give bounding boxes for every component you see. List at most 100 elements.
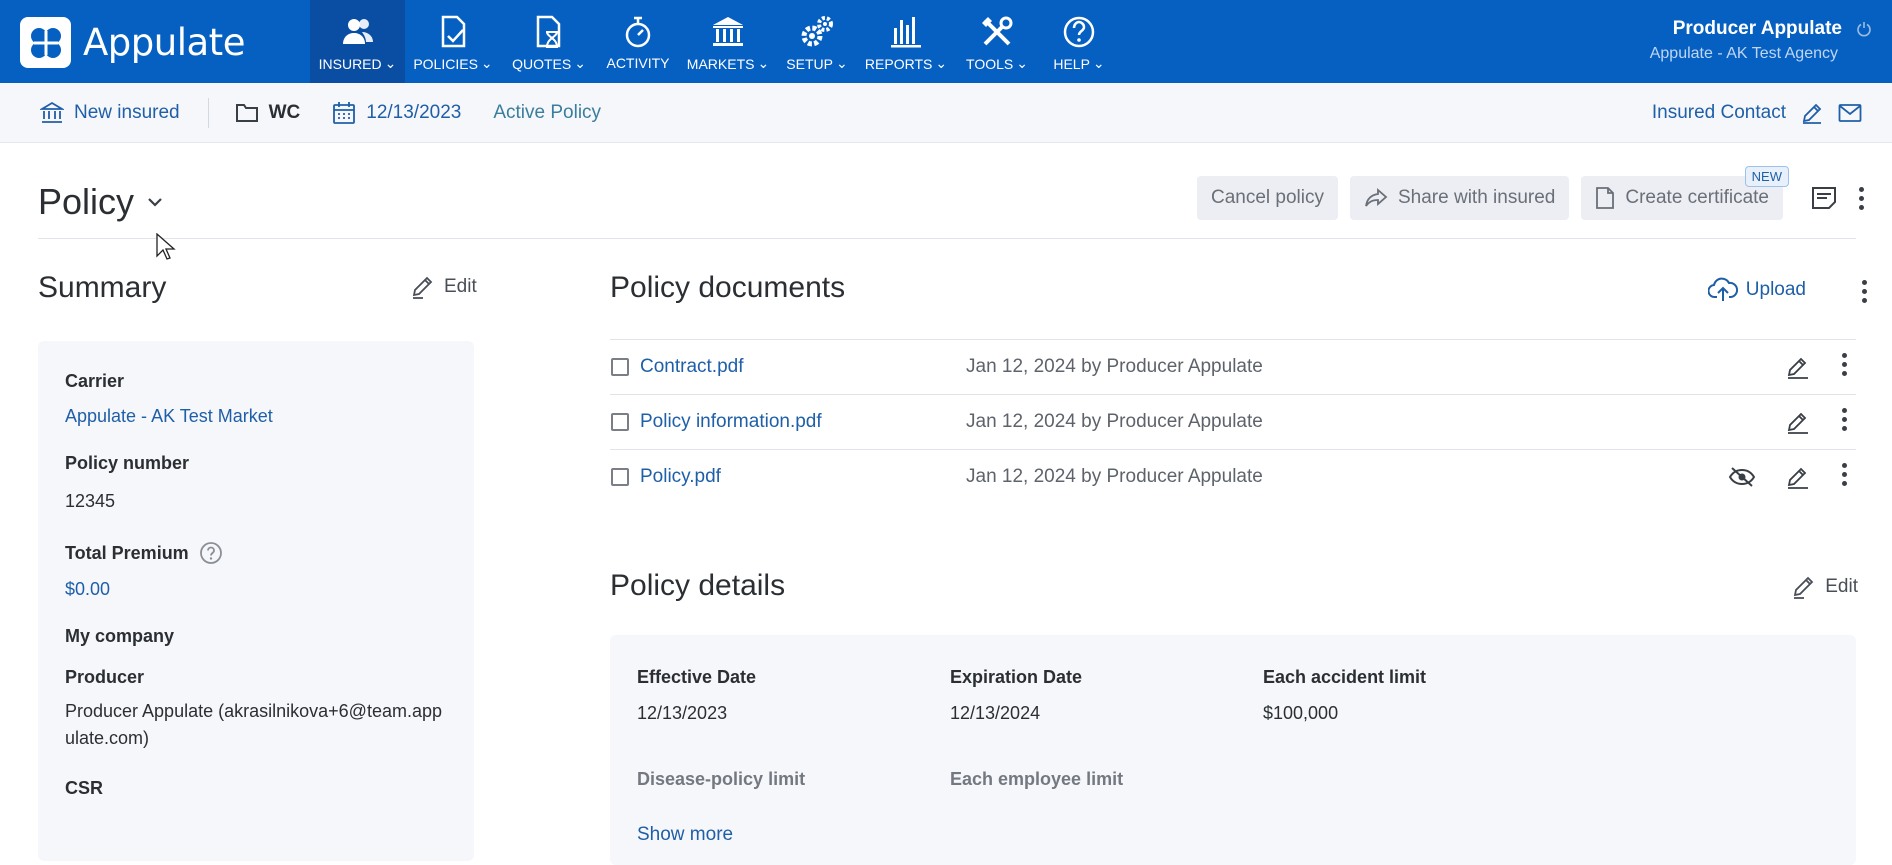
pencil-icon[interactable] [1784, 465, 1812, 491]
mail-icon[interactable] [1838, 103, 1862, 123]
pencil-icon[interactable] [1784, 410, 1812, 436]
nav-quotes[interactable]: QUOTES ⌄ [501, 0, 597, 83]
document-checkbox[interactable] [611, 413, 629, 431]
nav-reports[interactable]: REPORTS ⌄ [857, 0, 955, 83]
gears-icon [801, 16, 833, 47]
status-label: Active Policy [493, 101, 602, 123]
pencil-icon[interactable] [1800, 101, 1824, 125]
policy-check-icon [441, 15, 466, 48]
insured-contact-link[interactable]: Insured Contact [1652, 102, 1786, 124]
nav-label: ACTIVITY [606, 55, 670, 71]
employee-limit-label: Each employee limit [950, 769, 1124, 789]
top-navigation-bar: Appulate INSURED ⌄ POLICIES ⌄ QUOTES ⌄ ACTI… [0, 0, 1892, 83]
effective-date-value: 12/13/2023 [637, 703, 728, 723]
policy-date[interactable]: 12/13/2023 [332, 101, 461, 125]
document-checkbox[interactable] [611, 358, 629, 376]
line-of-business: WC [235, 102, 300, 124]
upload-label: Upload [1745, 279, 1806, 300]
bar-chart-icon [891, 17, 921, 48]
nav-help[interactable]: HELP ⌄ [1039, 0, 1119, 83]
help-icon[interactable] [199, 541, 223, 565]
stopwatch-icon [625, 16, 651, 48]
pencil-icon[interactable] [1784, 355, 1812, 381]
details-heading: Policy details [610, 569, 786, 602]
details-card: Effective Date 12/13/2023 Expiration Dat… [610, 635, 1856, 865]
pencil-icon [1794, 576, 1814, 599]
chevron-down-icon: ⌄ [935, 55, 948, 71]
document-link[interactable]: Policy information.pdf [640, 411, 822, 433]
quote-hourglass-icon [536, 15, 561, 48]
nav-policies[interactable]: POLICIES ⌄ [405, 0, 501, 83]
context-bar: New insured WC 12/13/2023 Active Policy … [0, 83, 1892, 143]
user-name: Producer Appulate [1672, 18, 1842, 39]
policy-status: Active Policy [493, 102, 601, 124]
upload-button[interactable]: Upload [1707, 277, 1806, 303]
nav-label: TOOLS [966, 55, 1014, 72]
bank-icon [713, 17, 743, 46]
list-item: Policy information.pdf Jan 12, 2024 by P… [610, 394, 1856, 449]
nav-setup[interactable]: SETUP ⌄ [777, 0, 857, 83]
tools-icon [982, 16, 1013, 46]
main-nav: INSURED ⌄ POLICIES ⌄ QUOTES ⌄ ACTIVITY MARK… [310, 0, 1119, 83]
document-checkbox[interactable] [611, 468, 629, 486]
document-icon [1596, 187, 1615, 209]
documents-heading: Policy documents [610, 271, 846, 304]
cancel-policy-button[interactable]: Cancel policy [1197, 176, 1338, 220]
document-more-icon[interactable] [1842, 353, 1847, 376]
page-title-dropdown[interactable]: Policy [38, 181, 164, 223]
help-icon [1063, 16, 1095, 48]
cloud-upload-icon [1707, 277, 1738, 301]
page-title: Policy [38, 181, 135, 222]
power-icon[interactable] [1856, 21, 1872, 37]
documents-more-icon[interactable] [1862, 280, 1867, 303]
premium-label: Total Premium [65, 542, 189, 563]
document-meta: Jan 12, 2024 by Producer Appulate [966, 411, 1263, 432]
chevron-down-icon: ⌄ [384, 55, 397, 71]
nav-tools[interactable]: TOOLS ⌄ [955, 0, 1039, 83]
summary-edit-button[interactable]: Edit [410, 274, 477, 300]
divider [38, 238, 1856, 239]
eye-off-icon[interactable] [1728, 465, 1756, 489]
policy-number-label: Policy number [65, 453, 190, 473]
users-icon [342, 19, 373, 44]
summary-heading: Summary [38, 271, 167, 304]
pencil-icon [412, 276, 433, 299]
document-more-icon[interactable] [1842, 463, 1847, 486]
nav-label: INSURED [318, 55, 382, 72]
carrier-label: Carrier [65, 371, 125, 391]
document-link[interactable]: Policy.pdf [640, 466, 721, 488]
documents-list: Contract.pdf Jan 12, 2024 by Producer Ap… [610, 339, 1856, 504]
chevron-down-icon: ⌄ [574, 55, 586, 71]
edit-label: Edit [1825, 576, 1858, 597]
document-link[interactable]: Contract.pdf [640, 356, 744, 378]
insured-link[interactable]: New insured [40, 101, 180, 125]
document-more-icon[interactable] [1842, 408, 1847, 431]
chevron-down-icon [148, 198, 162, 207]
app-logo[interactable]: Appulate [20, 17, 245, 68]
nav-label: SETUP [786, 55, 833, 72]
details-edit-button[interactable]: Edit [1791, 574, 1858, 600]
share-with-insured-button[interactable]: Share with insured [1350, 176, 1570, 220]
premium-value[interactable]: $0.00 [65, 579, 447, 600]
mouse-cursor-icon [156, 233, 176, 260]
user-menu[interactable]: Producer Appulate Appulate - AK Test Age… [1650, 18, 1872, 63]
show-more-link[interactable]: Show more [637, 824, 733, 846]
more-options-icon[interactable] [1859, 186, 1864, 210]
user-agency: Appulate - AK Test Agency [1649, 45, 1838, 62]
divider [207, 97, 209, 128]
expiration-date-label: Expiration Date [950, 667, 1083, 687]
calendar-icon [333, 101, 356, 124]
app-name: Appulate [83, 21, 245, 64]
expiration-date-value: 12/13/2024 [950, 703, 1041, 723]
nav-markets[interactable]: MARKETS ⌄ [679, 0, 777, 83]
chevron-down-icon: ⌄ [480, 55, 493, 71]
carrier-link[interactable]: Appulate - AK Test Market [65, 406, 447, 427]
producer-value: Producer Appulate (akrasilnikova+6@team.… [65, 701, 442, 748]
nav-activity[interactable]: ACTIVITY [597, 0, 679, 83]
chevron-down-icon: ⌄ [835, 55, 848, 71]
nav-label: QUOTES [512, 55, 572, 72]
notes-icon[interactable] [1811, 186, 1837, 210]
nav-insured[interactable]: INSURED ⌄ [310, 0, 405, 83]
policy-number-value: 12345 [65, 491, 116, 511]
folder-icon [235, 103, 258, 122]
